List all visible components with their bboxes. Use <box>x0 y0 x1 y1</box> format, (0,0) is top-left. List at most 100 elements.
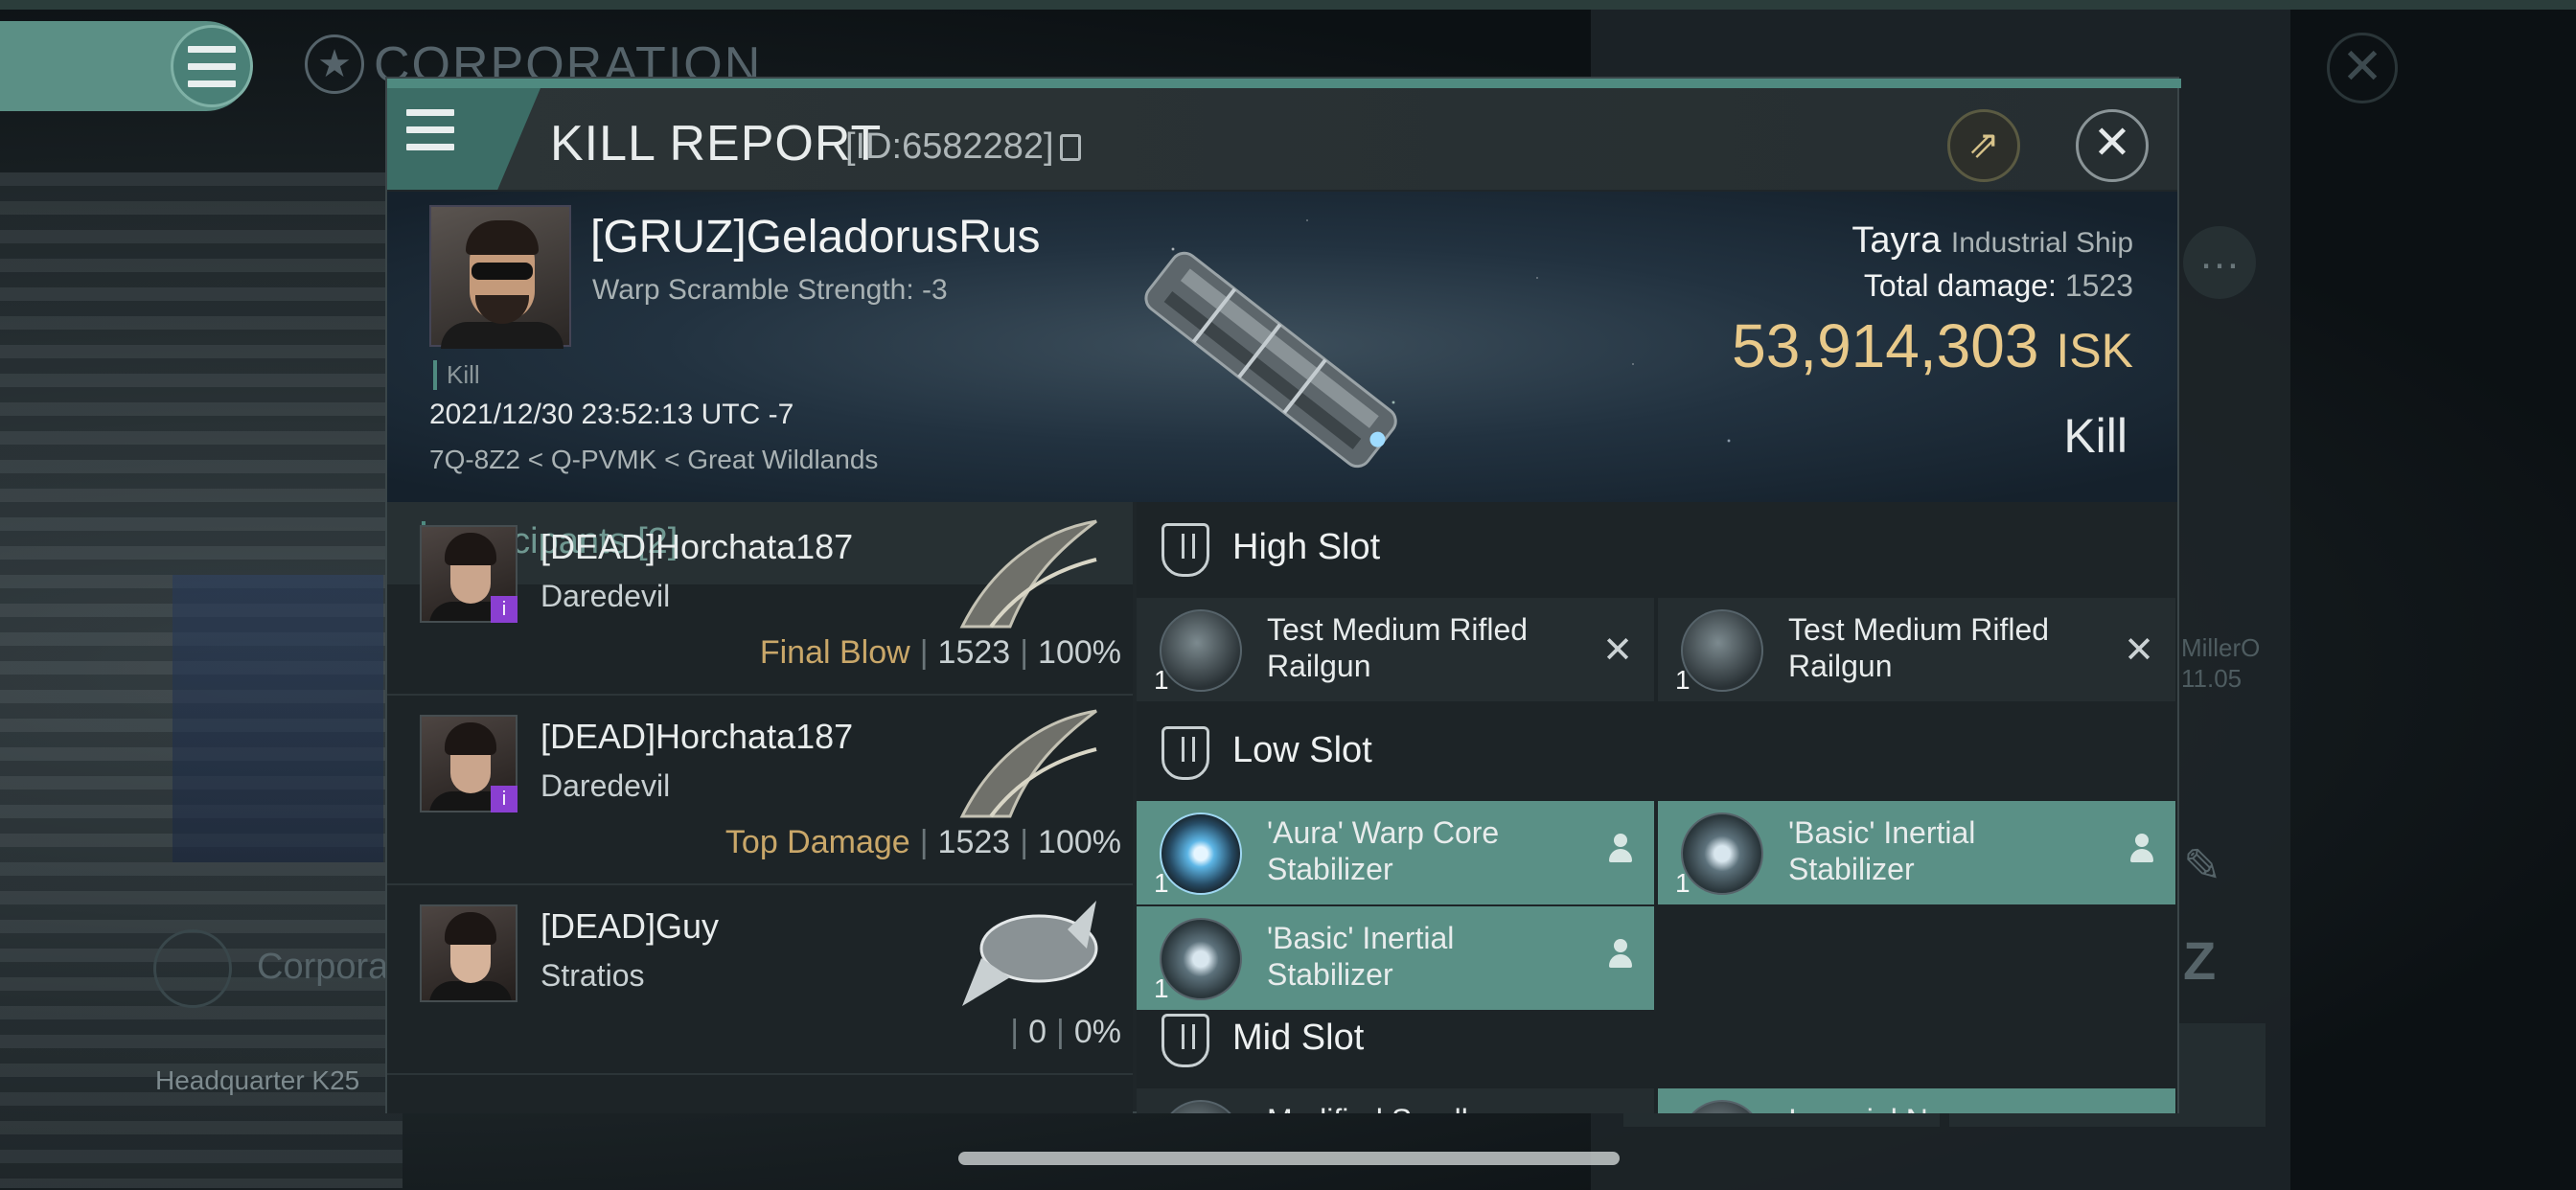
participant-ship: Daredevil <box>540 768 671 803</box>
victim-ship-image[interactable] <box>1116 211 1422 498</box>
participant-stats: Final Blow | 1523 | 100% <box>759 634 1121 671</box>
victim-portrait[interactable] <box>429 205 571 349</box>
module-name: Modified Small <box>1267 1102 1583 1113</box>
module-name: 'Basic' Inertial Stabilizer <box>1267 921 1455 992</box>
participant-name: [DEAD]Horchata187 <box>540 717 854 756</box>
copy-icon[interactable] <box>1060 134 1081 161</box>
hamburger-icon <box>406 109 493 171</box>
ship-name: Tayra <box>1852 220 1942 261</box>
destroyed-icon: ✕ <box>2124 630 2154 671</box>
isk-unit: ISK <box>2056 324 2133 378</box>
module-slot[interactable]: 1 'Basic' Inertial Stabilizer <box>1658 801 2175 904</box>
participant-stats: Top Damage | 1523 | 100% <box>724 824 1121 860</box>
module-icon <box>1681 1100 1763 1113</box>
isk-value: 53,914,303 ISK <box>1732 310 2133 381</box>
kill-datetime: 2021/12/30 23:52:13 UTC -7 <box>429 399 794 430</box>
mid-slot-section: Mid Slot <box>1137 993 2177 1088</box>
participant-ship-image <box>959 519 1097 629</box>
headquarter-label: Headquarter K25 <box>155 1065 360 1095</box>
participant-damage: 0 <box>1028 1014 1047 1050</box>
settings-z-icon[interactable]: Z <box>2183 929 2216 992</box>
edit-icon[interactable]: ✎ <box>2183 839 2221 893</box>
module-name: 'Basic' Inertial Stabilizer <box>1788 815 1976 886</box>
railgun-icon <box>1681 609 1763 692</box>
module-slot[interactable]: 1 'Aura' Warp Core Stabilizer <box>1137 801 1654 904</box>
participant-percent: 0% <box>1073 1014 1121 1050</box>
inertial-stabilizer-icon <box>1160 918 1242 1000</box>
total-damage-value: 1523 <box>2064 268 2133 303</box>
hamburger-icon <box>188 45 236 87</box>
more-options-icon[interactable]: … <box>2183 226 2256 299</box>
station-structure-blue <box>172 575 383 862</box>
module-quantity: 1 <box>1675 665 1690 695</box>
kill-location[interactable]: 7Q-8Z2 < Q-PVMK < Great Wildlands <box>429 445 878 475</box>
destroyed-icon: ✕ <box>1602 630 1633 671</box>
module-quantity: 1 <box>1675 868 1690 898</box>
participant-portrait <box>420 904 518 1002</box>
participant-name: [DEAD]Horchata187 <box>540 527 854 566</box>
corp-menu-button[interactable] <box>171 25 253 107</box>
dialog-header: KILL REPORT [ID:6582282] ⇗ ✕ <box>387 88 2177 190</box>
top-damage-label: Top Damage <box>724 824 910 860</box>
warp-scramble-strength: Warp Scramble Strength: -3 <box>592 274 948 306</box>
module-slot[interactable]: Imperial Navy <box>1658 1088 2175 1113</box>
ship-class: Industrial Ship <box>1950 227 2133 259</box>
inertial-stabilizer-icon <box>1681 812 1763 895</box>
home-indicator[interactable] <box>958 1152 1620 1165</box>
victim-ship[interactable]: Tayra Industrial Ship <box>1852 220 2133 262</box>
dropped-person-icon <box>2129 834 2154 866</box>
module-slot[interactable]: 1 Test Medium Rifled Railgun ✕ <box>1137 598 1654 701</box>
shield-slot-icon <box>1162 726 1209 780</box>
background-menu-button[interactable] <box>153 929 232 1008</box>
participant-ship-image <box>959 709 1097 818</box>
railgun-icon <box>1160 609 1242 692</box>
participant-damage: 1523 <box>937 824 1011 860</box>
low-slot-title: Low Slot <box>1232 730 1372 770</box>
info-icon[interactable]: i <box>491 786 518 812</box>
high-slot-title: High Slot <box>1232 527 1381 567</box>
info-icon[interactable]: i <box>491 596 518 623</box>
dropped-person-icon <box>1608 834 1633 866</box>
module-quantity: 1 <box>1154 665 1169 695</box>
background-corp-label: Corpora <box>257 947 389 987</box>
background-side-text: MillerO 11.05 <box>2181 633 2261 693</box>
victim-name[interactable]: [GRUZ]GeladorusRus <box>590 211 1040 263</box>
total-damage: Total damage: 1523 <box>1864 268 2133 304</box>
kill-tag: Kill <box>433 360 480 390</box>
total-damage-label: Total damage: <box>1863 268 2057 303</box>
module-name: Test Medium Rifled Railgun <box>1267 612 1529 683</box>
kill-report-dialog: KILL REPORT [ID:6582282] ⇗ ✕ [GRUZ]Gelad… <box>385 77 2181 1113</box>
participant-row[interactable]: i [DEAD]Horchata187 Daredevil Top Damage… <box>387 696 1133 885</box>
module-name: 'Aura' Warp Core Stabilizer <box>1267 815 1500 886</box>
warp-core-stabilizer-icon <box>1160 812 1242 895</box>
module-icon <box>1160 1100 1242 1113</box>
dropped-person-icon <box>1608 939 1633 972</box>
low-slot-section: Low Slot <box>1137 705 2177 801</box>
shield-slot-icon <box>1162 1014 1209 1067</box>
close-icon[interactable]: ✕ <box>2076 109 2149 182</box>
module-slot[interactable]: Modified Small ✕ <box>1137 1088 1654 1113</box>
module-name: Imperial Navy <box>1788 1102 2104 1113</box>
top-bar <box>0 0 2576 10</box>
participants-panel: Participants [2] i [DEAD]Horchata187 Dar… <box>387 502 1133 1113</box>
participant-percent: 100% <box>1038 824 1121 860</box>
mid-slot-title: Mid Slot <box>1232 1018 1365 1058</box>
victim-summary: [GRUZ]GeladorusRus Warp Scramble Strengt… <box>387 192 2177 502</box>
module-slot[interactable]: 1 Test Medium Rifled Railgun ✕ <box>1658 598 2175 701</box>
high-slot-section: High Slot <box>1137 502 2177 598</box>
fitting-panel[interactable]: High Slot 1 Test Medium Rifled Railgun ✕… <box>1137 502 2177 1113</box>
participant-damage: 1523 <box>937 634 1011 671</box>
background-close-icon[interactable]: ✕ <box>2327 33 2398 103</box>
dialog-title: KILL REPORT <box>550 116 883 172</box>
participant-percent: 100% <box>1038 634 1121 671</box>
isk-amount: 53,914,303 <box>1732 311 2039 380</box>
module-quantity: 1 <box>1154 868 1169 898</box>
participant-ship: Stratios <box>540 958 645 993</box>
participant-row[interactable]: i [DEAD]Horchata187 Daredevil Final Blow… <box>387 506 1133 696</box>
participant-row[interactable]: [DEAD]Guy Stratios | 0 | 0% <box>387 885 1133 1075</box>
share-icon[interactable]: ⇗ <box>1947 109 2020 182</box>
dialog-accent-line <box>387 79 2181 88</box>
kill-result: Kill <box>2063 409 2128 463</box>
final-blow-label: Final Blow <box>759 634 910 671</box>
participant-stats: | 0 | 0% <box>1010 1014 1121 1050</box>
